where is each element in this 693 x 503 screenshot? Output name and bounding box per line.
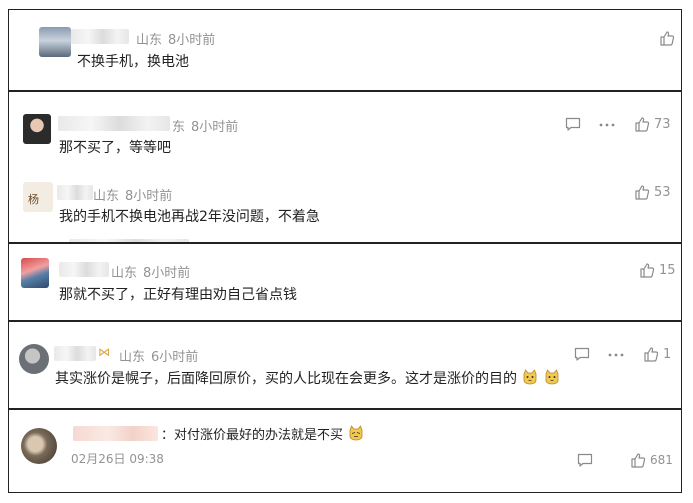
time-label: 6小时前 [151, 350, 199, 365]
comment-card: 山东 8小时前 那就不买了，正好有理由劝自己省点钱 15 [8, 243, 682, 321]
time-label: 8小时前 [168, 33, 216, 48]
blurred-username [57, 185, 93, 200]
comment-text: 不换手机，换电池 [77, 54, 189, 70]
time-label: 8小时前 [143, 266, 191, 281]
comment-date: 02月26日 09:38 [71, 452, 164, 466]
time-label: 8小时前 [125, 189, 173, 204]
blurred-username [58, 116, 170, 131]
comment-meta: 山东 8小时前 [136, 29, 215, 48]
location-label: 山东 [119, 350, 146, 365]
comment-meta: 山东 8小时前 [111, 262, 190, 281]
comment-text-content: ：对付涨价最好的办法就是不买 [161, 428, 344, 443]
location-label: 东 [172, 120, 186, 135]
avatar[interactable] [21, 428, 57, 464]
more-dots-icon [599, 123, 615, 127]
thumb-up-icon [644, 347, 659, 362]
comment-icon [577, 453, 593, 467]
avatar[interactable] [39, 27, 71, 57]
comment-text-content: 其实涨价是幌子，后面降回原价，买的人比现在会更多。这才是涨价的目的 [55, 371, 517, 387]
comment-text: 那就不买了，正好有理由劝自己省点钱 [59, 287, 297, 303]
thumb-up-icon [660, 31, 675, 46]
reply-button[interactable] [577, 453, 593, 468]
blurred-username [73, 426, 158, 441]
like-count: 53 [654, 184, 671, 200]
reply-button[interactable] [565, 117, 581, 132]
comment-card: ：对付涨价最好的办法就是不买 02月26日 09:38 681 [8, 409, 682, 493]
more-button[interactable] [599, 123, 615, 127]
blurred-username [71, 29, 129, 44]
like-count: 73 [654, 116, 671, 132]
comment-icon [565, 117, 581, 131]
avatar[interactable] [19, 344, 49, 374]
location-label: 山东 [111, 266, 138, 281]
like-count: 1 [663, 346, 672, 362]
reply-meta: 山东 8小时前 [93, 185, 172, 204]
blurred-username [54, 346, 96, 361]
location-label: 山东 [93, 189, 120, 204]
thumb-up-icon [635, 117, 650, 132]
like-count: 15 [659, 262, 676, 278]
comment-card: ⋈ 山东 6小时前 其实涨价是幌子，后面降回原价，买的人比现在会更多。这才是涨价的… [8, 321, 682, 409]
comment-icon [574, 347, 590, 361]
comment-meta: 山东 6小时前 [119, 346, 198, 365]
location-label: 山东 [136, 33, 163, 48]
comment-card: 东 8小时前 那不买了，等等吧 73 杨 山东 8小时前 我的手机不换电池再战2年没… [8, 91, 682, 243]
like-count: 681 [650, 453, 673, 467]
more-dots-icon [608, 353, 624, 357]
cat-face-icon [545, 369, 559, 385]
comment-text: 那不买了，等等吧 [59, 140, 171, 156]
like-button[interactable] [659, 30, 675, 46]
comment-card: 山东 8小时前 不换手机，换电池 [8, 9, 682, 91]
blurred-username [59, 262, 109, 277]
like-button[interactable]: 681 [630, 452, 673, 468]
thumb-up-icon [640, 263, 655, 278]
cat-face-icon [524, 369, 537, 385]
reply-button[interactable] [574, 347, 590, 362]
avatar[interactable]: 杨 [23, 182, 53, 212]
avatar[interactable] [23, 114, 51, 144]
like-button[interactable]: 73 [634, 116, 671, 132]
reply-text: 我的手机不换电池再战2年没问题，不着急 [59, 209, 320, 225]
like-button[interactable]: 15 [639, 262, 676, 278]
cat-face-icon [349, 425, 363, 441]
avatar[interactable] [21, 258, 49, 288]
like-button[interactable]: 53 [634, 184, 671, 200]
time-label: 8小时前 [191, 120, 239, 135]
comment-text: ：对付涨价最好的办法就是不买 [161, 424, 364, 443]
thumb-up-icon [631, 453, 646, 468]
thumb-up-icon [635, 185, 650, 200]
badge-icon: ⋈ [98, 345, 110, 359]
like-button[interactable]: 1 [643, 346, 671, 362]
comment-meta: 东 8小时前 [172, 116, 238, 135]
comment-text: 其实涨价是幌子，后面降回原价，买的人比现在会更多。这才是涨价的目的 [55, 368, 560, 388]
more-button[interactable] [608, 353, 624, 357]
